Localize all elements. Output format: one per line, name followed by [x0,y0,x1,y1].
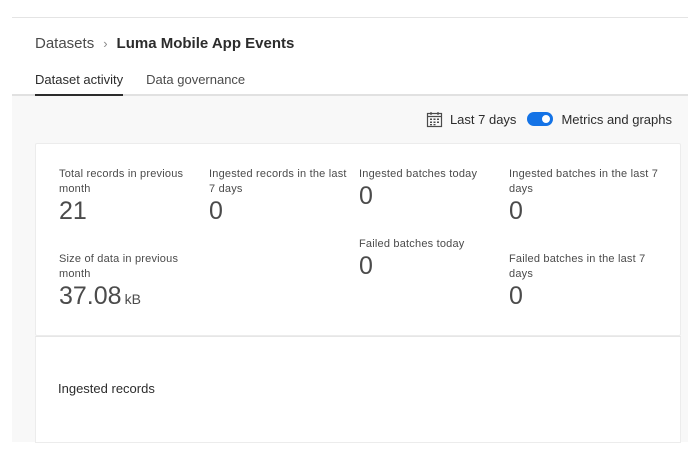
breadcrumb-datasets-link[interactable]: Datasets [35,35,94,52]
breadcrumb: Datasets › Luma Mobile App Events [35,33,294,53]
tab-data-governance[interactable]: Data governance [146,71,245,96]
metric-ingested-batches-today: Ingested batches today 0 [359,167,499,210]
tab-dataset-activity[interactable]: Dataset activity [35,71,124,96]
metric-value: 0 [359,252,373,280]
metric-label: Ingested batches in the last 7 days [509,168,659,195]
metric-ingested-batches-7d: Ingested batches in the last 7 days 0 [509,167,659,225]
app-frame: Datasets › Luma Mobile App Events Datase… [12,17,688,443]
metric-value: 0 [359,182,373,210]
metric-ingested-records-7d: Ingested records in the last 7 days 0 [209,167,354,225]
metric-value: 37.08 [59,282,122,310]
metric-label: Failed batches in the last 7 days [509,253,646,280]
metric-value: 21 [59,197,87,225]
ingested-records-chart-card: Ingested records [35,336,681,443]
metric-failed-batches-today: Failed batches today 0 [359,237,499,280]
metric-total-records: Total records in previous month 21 [59,167,199,225]
activity-toolbar: Last 7 days Metrics and graphs [426,109,672,129]
toggle-switch[interactable] [527,112,554,126]
date-range-label: Last 7 days [449,111,517,127]
breadcrumb-separator-icon: › [103,35,108,51]
metric-label: Size of data in previous month [59,253,179,280]
metric-failed-batches-7d: Failed batches in the last 7 days 0 [509,252,659,310]
chart-section-title: Ingested records [58,381,155,396]
metric-label: Ingested records in the last 7 days [209,168,347,195]
metric-value: 0 [209,197,223,225]
metric-label: Ingested batches today [359,168,478,180]
calendar-icon [426,111,443,128]
metric-value: 0 [509,282,523,310]
metric-value-with-unit: 37.08 kB [59,282,199,313]
tab-bar: Dataset activity Data governance [35,71,268,96]
metric-value: 0 [509,197,523,225]
metric-label: Failed batches today [359,238,465,250]
metrics-graphs-toggle[interactable]: Metrics and graphs [527,112,672,127]
toggle-label: Metrics and graphs [561,111,672,127]
page-header: Datasets › Luma Mobile App Events Datase… [12,18,688,96]
page-title: Luma Mobile App Events [116,34,295,52]
metric-label: Total records in previous month [59,168,184,195]
metrics-card: Total records in previous month 21 Inges… [35,143,681,336]
metric-unit: kB [124,291,141,307]
metric-size-of-data: Size of data in previous month 37.08 kB [59,252,199,313]
toggle-knob [540,113,553,125]
date-range-picker[interactable]: Last 7 days [426,111,517,128]
